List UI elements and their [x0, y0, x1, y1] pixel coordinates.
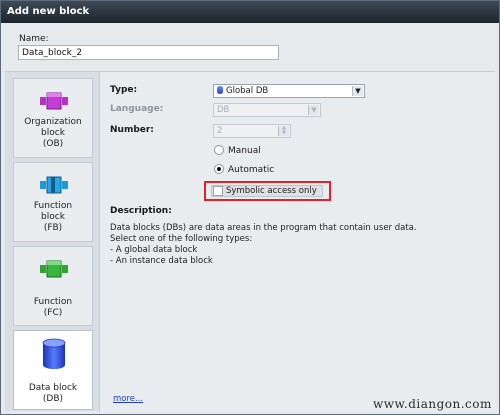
type-select-value: Global DB: [226, 86, 269, 96]
symbolic-access-label: Symbolic access only: [226, 186, 317, 196]
main-panel: Organization block (OB) Function block (…: [5, 71, 495, 412]
function-block-label: Function block (FB): [14, 201, 92, 234]
automatic-radio-row[interactable]: Automatic: [214, 164, 274, 175]
block-settings-panel: Type: Global DB ▼ Language: DB ▼ Number:…: [99, 72, 495, 412]
chevron-down-icon: ▼: [352, 86, 363, 96]
symbolic-access-checkbox[interactable]: [213, 186, 223, 196]
manual-radio[interactable]: [214, 145, 224, 155]
description-line-2: Select one of the following types:: [110, 234, 253, 244]
symbolic-access-highlight: Symbolic access only: [204, 181, 331, 201]
function-label-line-2: (FC): [43, 308, 63, 318]
data-block-icon: [42, 338, 66, 369]
description-title: Description:: [110, 206, 172, 216]
description-line-4: - An instance data block: [110, 256, 213, 266]
chevron-down-icon: ▼: [308, 105, 319, 115]
data-block-label: Data block (DB): [14, 383, 92, 405]
more-link[interactable]: more...: [113, 394, 143, 404]
language-select-value: DB: [217, 105, 230, 115]
number-stepper[interactable]: 2 ▲ ▼: [213, 124, 291, 138]
data-block-label-line-1: Data block: [28, 383, 78, 393]
function-block-label-line-2: block: [41, 212, 65, 222]
add-new-block-dialog: Add new block Name: Organization block (…: [0, 0, 500, 415]
name-section: Name:: [1, 23, 499, 69]
number-stepper-value: 2: [217, 126, 223, 136]
automatic-radio-label: Automatic: [228, 165, 275, 175]
description-line-1: Data blocks (DBs) are data areas in the …: [110, 223, 417, 233]
function-icon: [40, 260, 68, 278]
function-label: Function (FC): [14, 297, 92, 319]
watermark-text: www.diangon.com: [373, 397, 492, 411]
language-label: Language:: [110, 104, 164, 114]
organization-block-icon: [40, 92, 68, 110]
global-db-icon: [217, 86, 223, 94]
symbolic-access-checkbox-row[interactable]: Symbolic access only: [211, 185, 323, 197]
organization-block-label-line-2: block: [41, 128, 65, 138]
name-label: Name:: [19, 34, 49, 44]
function-label-line-1: Function: [33, 297, 73, 307]
manual-radio-label: Manual: [228, 146, 261, 156]
language-select[interactable]: DB ▼: [213, 103, 321, 117]
type-select[interactable]: Global DB ▼: [213, 84, 365, 98]
organization-block-label-line-3: (OB): [42, 139, 64, 149]
stepper-arrows-icon: ▲ ▼: [278, 126, 289, 136]
function-block-label-line-3: (FB): [43, 223, 63, 233]
data-block-button[interactable]: Data block (DB): [13, 330, 93, 410]
automatic-radio[interactable]: [214, 164, 224, 174]
dialog-title: Add new block: [1, 1, 499, 23]
description-line-3: - A global data block: [110, 245, 198, 255]
manual-radio-row[interactable]: Manual: [214, 145, 261, 156]
function-block-label-line-1: Function: [33, 201, 73, 211]
organization-block-label-line-1: Organization: [24, 117, 82, 127]
type-label: Type:: [110, 85, 138, 95]
name-input[interactable]: [18, 45, 279, 60]
function-button[interactable]: Function (FC): [13, 246, 93, 326]
function-block-icon: [40, 176, 68, 194]
organization-block-label: Organization block (OB): [14, 117, 92, 150]
block-type-list: Organization block (OB) Function block (…: [9, 76, 93, 410]
data-block-label-line-2: (DB): [42, 394, 64, 404]
function-block-button[interactable]: Function block (FB): [13, 162, 93, 242]
number-label: Number:: [110, 125, 154, 135]
organization-block-button[interactable]: Organization block (OB): [13, 78, 93, 158]
